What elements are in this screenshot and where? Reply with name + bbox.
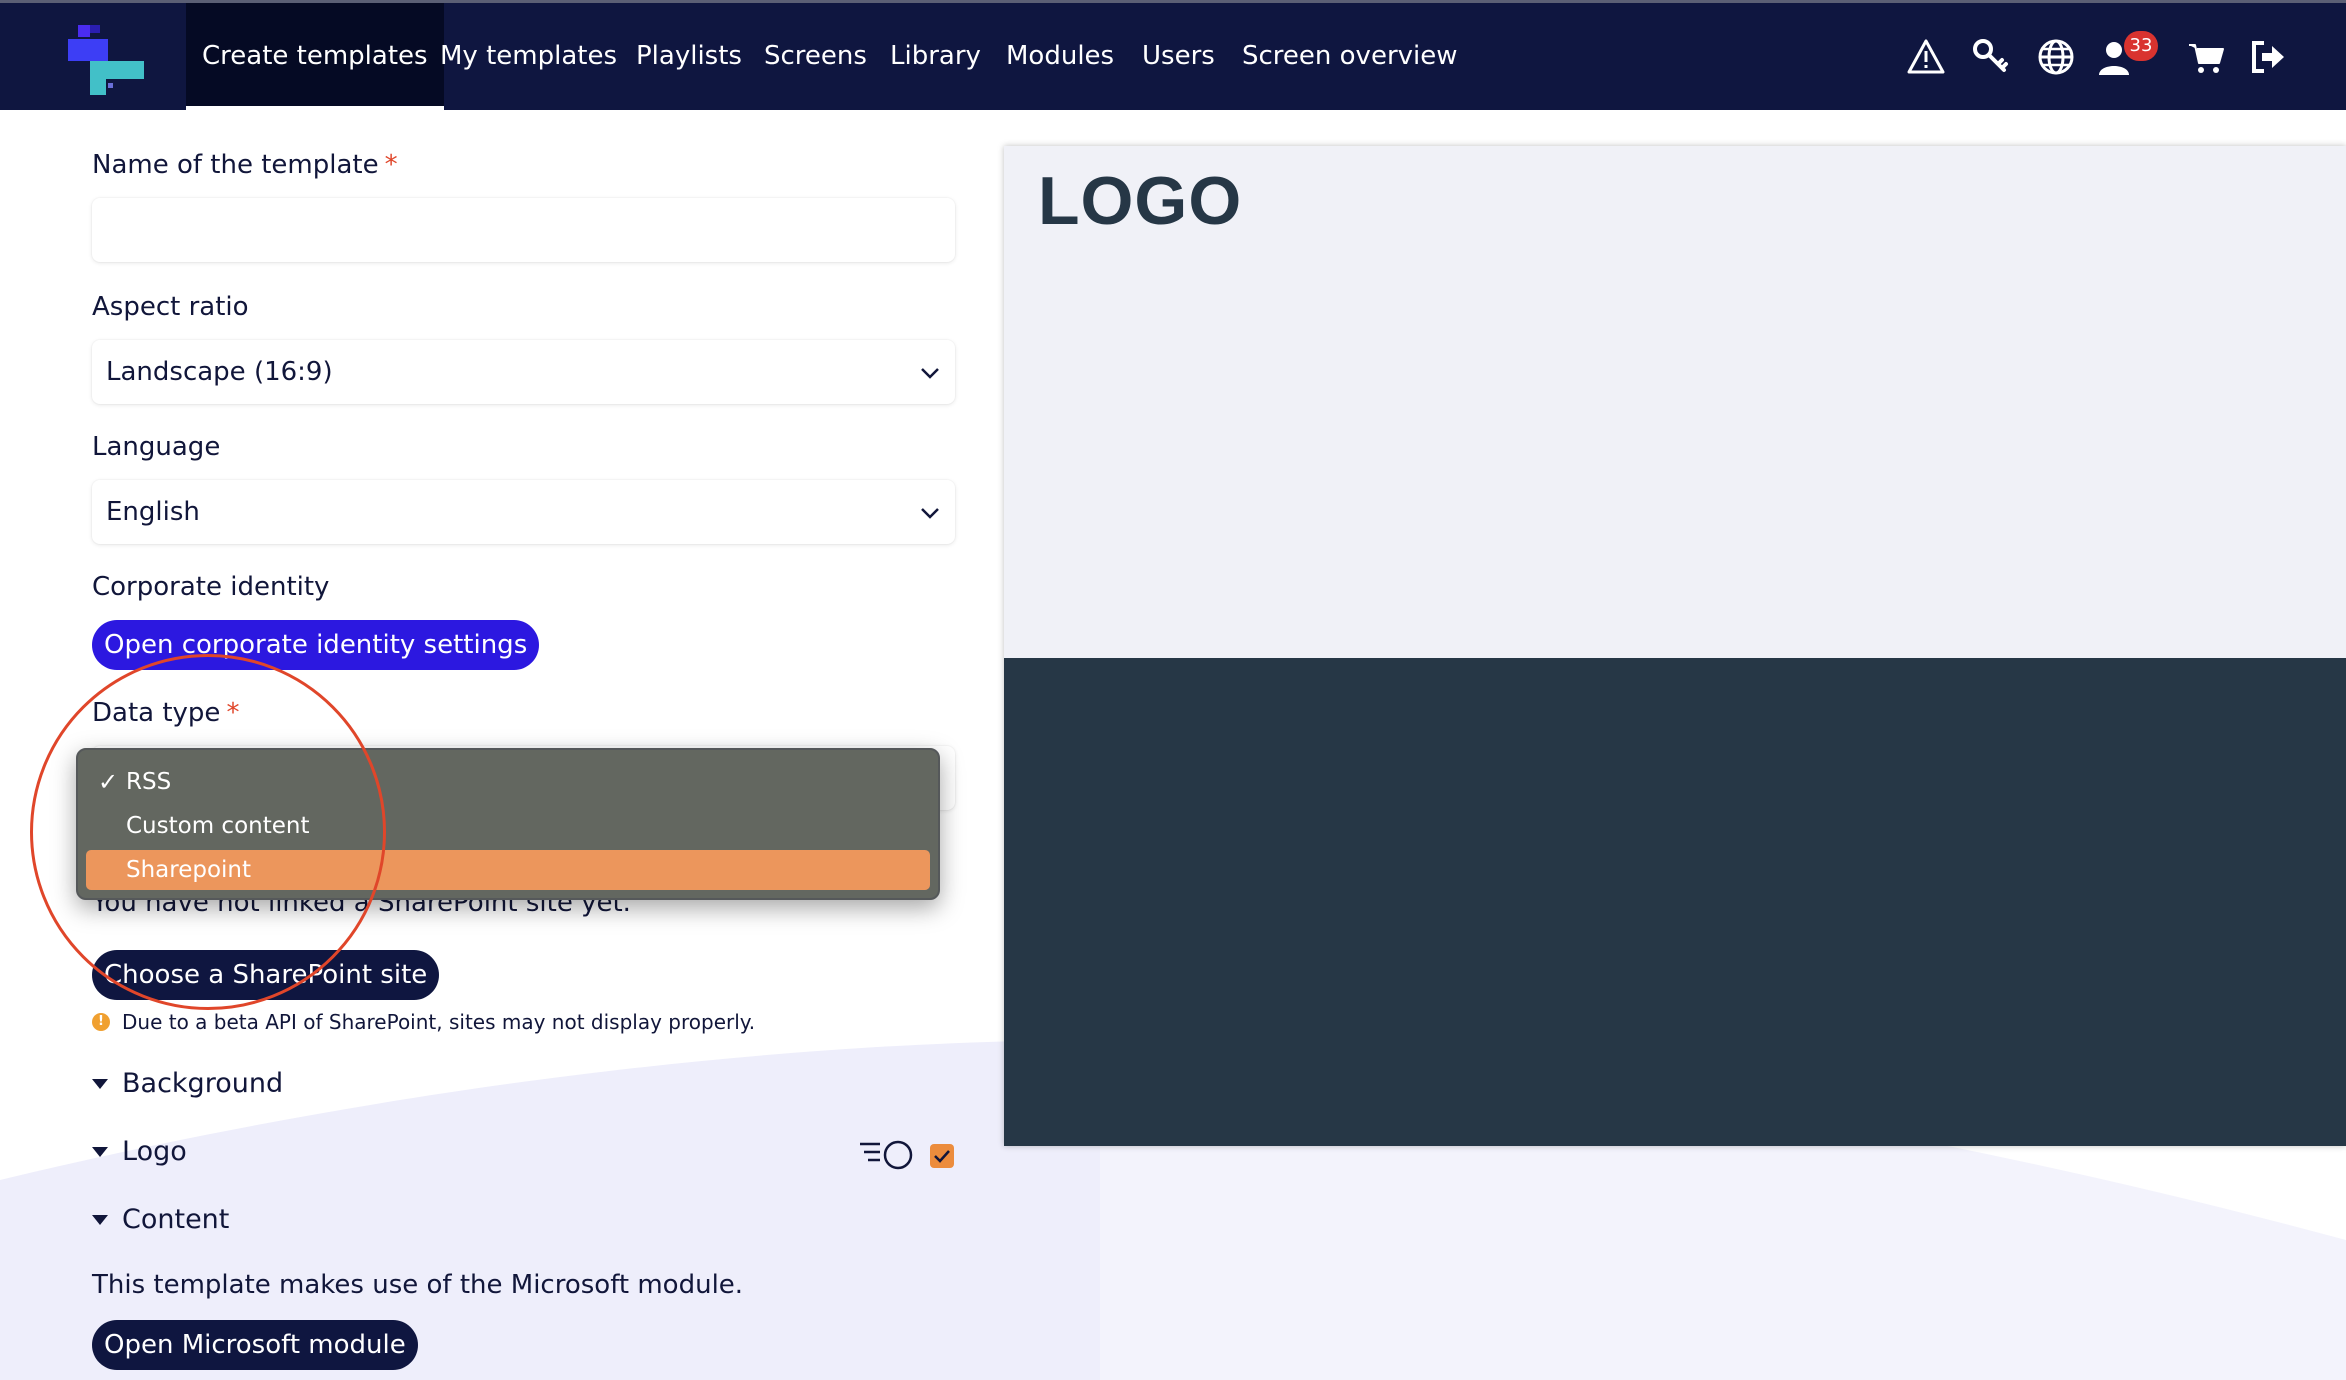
tab-create-templates[interactable]: Create templates xyxy=(186,3,444,110)
section-background[interactable]: Background xyxy=(92,1068,283,1099)
checkmark-icon: ✓ xyxy=(98,768,119,796)
logout-icon[interactable] xyxy=(2248,37,2288,77)
tab-modules[interactable]: Modules xyxy=(1006,3,1114,110)
choose-sharepoint-site-button[interactable]: Choose a SharePoint site xyxy=(92,950,440,1000)
globe-icon[interactable] xyxy=(2036,37,2076,77)
user-notification-badge: 33 xyxy=(2124,31,2158,61)
tab-my-templates[interactable]: My templates xyxy=(440,3,617,110)
tab-playlists[interactable]: Playlists xyxy=(636,3,742,110)
beta-warning: ! Due to a beta API of SharePoint, sites… xyxy=(92,1010,755,1034)
corporate-identity-label: Corporate identity xyxy=(92,572,330,602)
template-name-input[interactable] xyxy=(92,198,955,262)
option-sharepoint[interactable]: Sharepoint xyxy=(86,850,930,890)
language-label: Language xyxy=(92,432,221,462)
name-label: Name of the template * xyxy=(92,150,398,180)
aspect-ratio-value: Landscape (16:9) xyxy=(106,357,333,387)
caret-down-icon xyxy=(92,1146,108,1157)
data-type-label: Data type * xyxy=(92,698,240,728)
tab-library[interactable]: Library xyxy=(890,3,981,110)
warning-icon[interactable] xyxy=(1906,37,1946,77)
caret-down-icon xyxy=(92,1214,108,1225)
aspect-ratio-select[interactable]: Landscape (16:9) xyxy=(92,340,955,404)
checkmark-icon xyxy=(934,1150,950,1163)
warning-icon: ! xyxy=(92,1013,110,1031)
chevron-down-icon xyxy=(921,368,939,379)
section-content[interactable]: Content xyxy=(92,1204,229,1235)
preview-content-area xyxy=(1004,658,2346,1146)
top-nav: Create templates My templates Playlists … xyxy=(0,0,2346,110)
module-note: This template makes use of the Microsoft… xyxy=(92,1270,744,1300)
option-rss[interactable]: ✓ RSS xyxy=(86,762,930,802)
tab-users[interactable]: Users xyxy=(1142,3,1215,110)
tab-screen-overview[interactable]: Screen overview xyxy=(1242,3,1458,110)
logo-enabled-checkbox[interactable] xyxy=(930,1144,954,1168)
beta-warning-text: Due to a beta API of SharePoint, sites m… xyxy=(122,1010,756,1034)
open-microsoft-module-button[interactable]: Open Microsoft module xyxy=(92,1320,418,1370)
option-custom-content[interactable]: Custom content xyxy=(86,806,930,846)
language-value: English xyxy=(106,497,200,527)
key-icon[interactable] xyxy=(1970,37,2010,77)
template-name-field[interactable] xyxy=(92,198,955,262)
data-type-dropdown: ✓ RSS Custom content Sharepoint xyxy=(76,748,940,900)
open-corporate-identity-button[interactable]: Open corporate identity settings xyxy=(92,620,540,670)
filter-toggle-icon[interactable] xyxy=(858,1138,914,1172)
section-logo[interactable]: Logo xyxy=(92,1136,187,1167)
caret-down-icon xyxy=(92,1078,108,1089)
aspect-ratio-label: Aspect ratio xyxy=(92,292,249,322)
chevron-down-icon xyxy=(921,508,939,519)
app-logo-icon[interactable] xyxy=(68,21,144,97)
preview-header: LOGO xyxy=(1004,146,2346,658)
language-select[interactable]: English xyxy=(92,480,955,544)
template-preview: LOGO xyxy=(1004,146,2346,1146)
cart-icon[interactable] xyxy=(2186,37,2226,77)
tab-screens[interactable]: Screens xyxy=(764,3,867,110)
preview-logo-text: LOGO xyxy=(1038,163,1243,239)
